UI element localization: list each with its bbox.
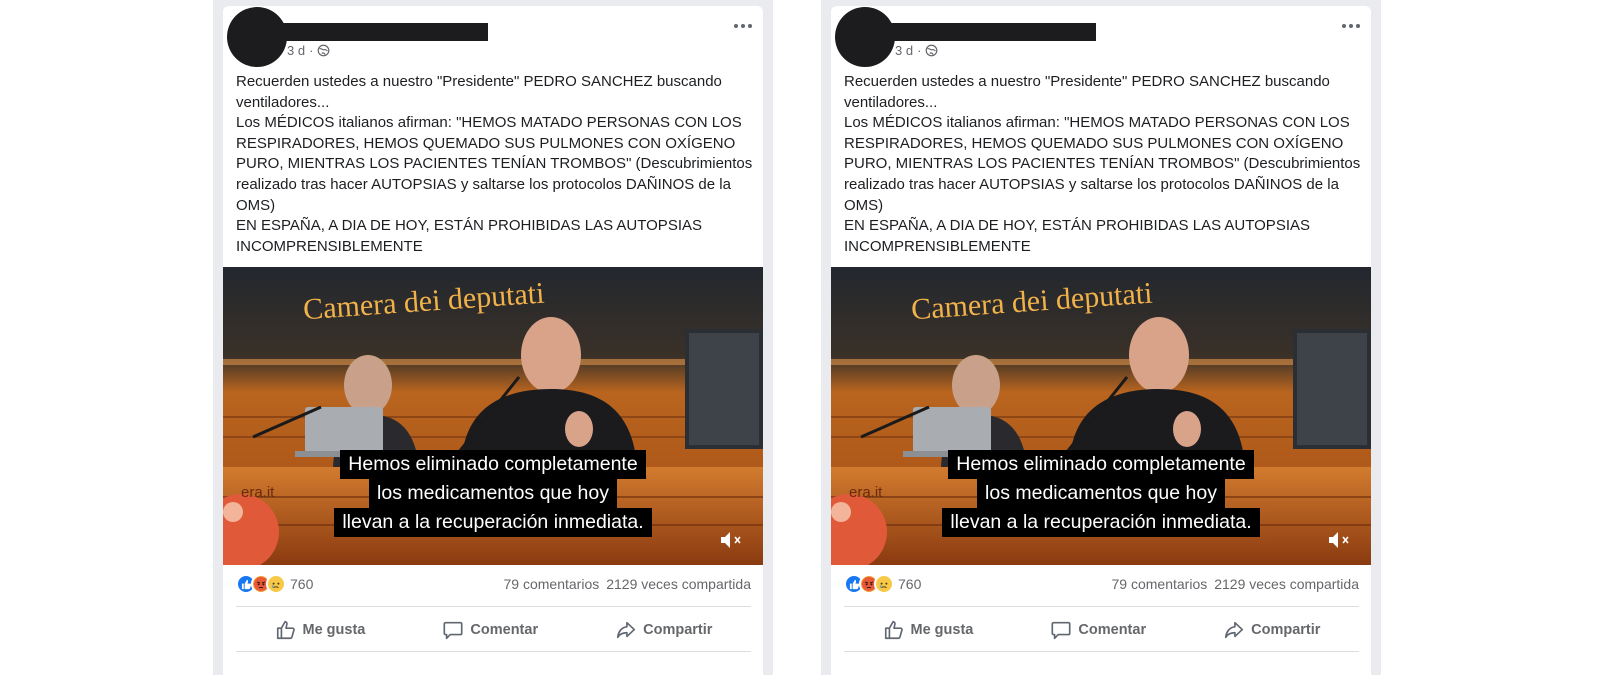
post-card-2: 3 d · Recuerden ustedes a nuestro "Presi… [831, 6, 1371, 675]
share-button[interactable]: Compartir [603, 615, 724, 645]
video-player[interactable]: Camera dei deputati era.it Hemos elimina… [831, 267, 1371, 565]
reactions-left[interactable]: 760 [236, 574, 313, 594]
reaction-icons [844, 574, 894, 594]
post-text-line-1: Recuerden ustedes a nuestro "Presidente"… [236, 73, 722, 111]
subtitle-line-3: llevan a la recuperación inmediata. [334, 508, 652, 537]
divider [236, 651, 751, 652]
sad-icon [266, 574, 286, 594]
comment-button-label: Comentar [470, 622, 539, 638]
post-text-line-2: Los MÉDICOS italianos afirman: "HEMOS MA… [844, 114, 1361, 214]
meta-separator: · [917, 43, 922, 58]
post-timestamp[interactable]: 3 d [287, 43, 305, 58]
comment-icon [1051, 621, 1071, 640]
like-button-label: Me gusta [302, 622, 366, 638]
author-name-redacted[interactable] [889, 23, 1096, 41]
like-button[interactable]: Me gusta [263, 615, 378, 645]
reactions-summary: 760 79 comentarios 2129 veces compartida [236, 571, 751, 597]
share-icon [1225, 621, 1244, 639]
engagement-counts: 79 comentarios 2129 veces compartida [1112, 576, 1359, 592]
divider [236, 606, 751, 607]
comment-icon [443, 621, 463, 640]
subtitle-line-2: los medicamentos que hoy [977, 479, 1225, 508]
post-text-line-1: Recuerden ustedes a nuestro "Presidente"… [844, 73, 1330, 111]
subtitle-line-3: llevan a la recuperación inmediata. [942, 508, 1260, 537]
post-text: Recuerden ustedes a nuestro "Presidente"… [236, 72, 756, 257]
subtitle-line-1: Hemos eliminado completamente [948, 450, 1254, 479]
speaker-muted-icon[interactable] [1327, 529, 1353, 551]
thumbs-up-icon [276, 620, 295, 640]
comment-button-label: Comentar [1078, 622, 1147, 638]
avatar[interactable] [835, 7, 895, 67]
share-button[interactable]: Compartir [1211, 615, 1332, 645]
sad-icon [874, 574, 894, 594]
meta-separator: · [309, 43, 314, 58]
post-meta: 3 d · [287, 43, 330, 58]
reactions-left[interactable]: 760 [844, 574, 921, 594]
reactions-summary: 760 79 comentarios 2129 veces compartida [844, 571, 1359, 597]
more-options-icon[interactable] [1337, 16, 1365, 36]
divider [844, 606, 1359, 607]
shares-count[interactable]: 2129 veces compartida [1214, 576, 1359, 592]
subtitle-line-2: los medicamentos que hoy [369, 479, 617, 508]
reaction-count: 760 [290, 576, 314, 592]
thumbs-up-icon [884, 620, 903, 640]
video-subtitles: Hemos eliminado completamente los medica… [831, 450, 1371, 537]
share-button-label: Compartir [643, 622, 713, 638]
more-options-icon[interactable] [729, 16, 757, 36]
post-text-line-3: EN ESPAÑA, A DIA DE HOY, ESTÁN PROHIBIDA… [236, 217, 702, 255]
like-button[interactable]: Me gusta [871, 615, 986, 645]
reaction-icons [236, 574, 286, 594]
video-subtitles: Hemos eliminado completamente los medica… [223, 450, 763, 537]
avatar[interactable] [227, 7, 287, 67]
share-button-label: Compartir [1251, 622, 1321, 638]
author-name-redacted[interactable] [281, 23, 488, 41]
like-button-label: Me gusta [910, 622, 974, 638]
share-icon [617, 621, 636, 639]
post-card-1: 3 d · Recuerden ustedes a nuestro "Presi… [223, 6, 763, 675]
action-bar: Me gusta Comentar Compartir [236, 612, 751, 648]
comments-count[interactable]: 79 comentarios [1112, 576, 1208, 592]
globe-icon [926, 44, 938, 57]
action-bar: Me gusta Comentar Compartir [844, 612, 1359, 648]
comments-count[interactable]: 79 comentarios [504, 576, 600, 592]
globe-icon [318, 44, 330, 57]
comment-button[interactable]: Comentar [1038, 615, 1158, 645]
post-text: Recuerden ustedes a nuestro "Presidente"… [844, 72, 1364, 257]
post-timestamp[interactable]: 3 d [895, 43, 913, 58]
reaction-count: 760 [898, 576, 922, 592]
video-player[interactable]: Camera dei deputati era.it Hemos elimina… [223, 267, 763, 565]
post-text-line-3: EN ESPAÑA, A DIA DE HOY, ESTÁN PROHIBIDA… [844, 217, 1310, 255]
divider [844, 651, 1359, 652]
shares-count[interactable]: 2129 veces compartida [606, 576, 751, 592]
post-meta: 3 d · [895, 43, 938, 58]
comment-button[interactable]: Comentar [430, 615, 550, 645]
subtitle-line-1: Hemos eliminado completamente [340, 450, 646, 479]
speaker-muted-icon[interactable] [719, 529, 745, 551]
post-text-line-2: Los MÉDICOS italianos afirman: "HEMOS MA… [236, 114, 753, 214]
engagement-counts: 79 comentarios 2129 veces compartida [504, 576, 751, 592]
